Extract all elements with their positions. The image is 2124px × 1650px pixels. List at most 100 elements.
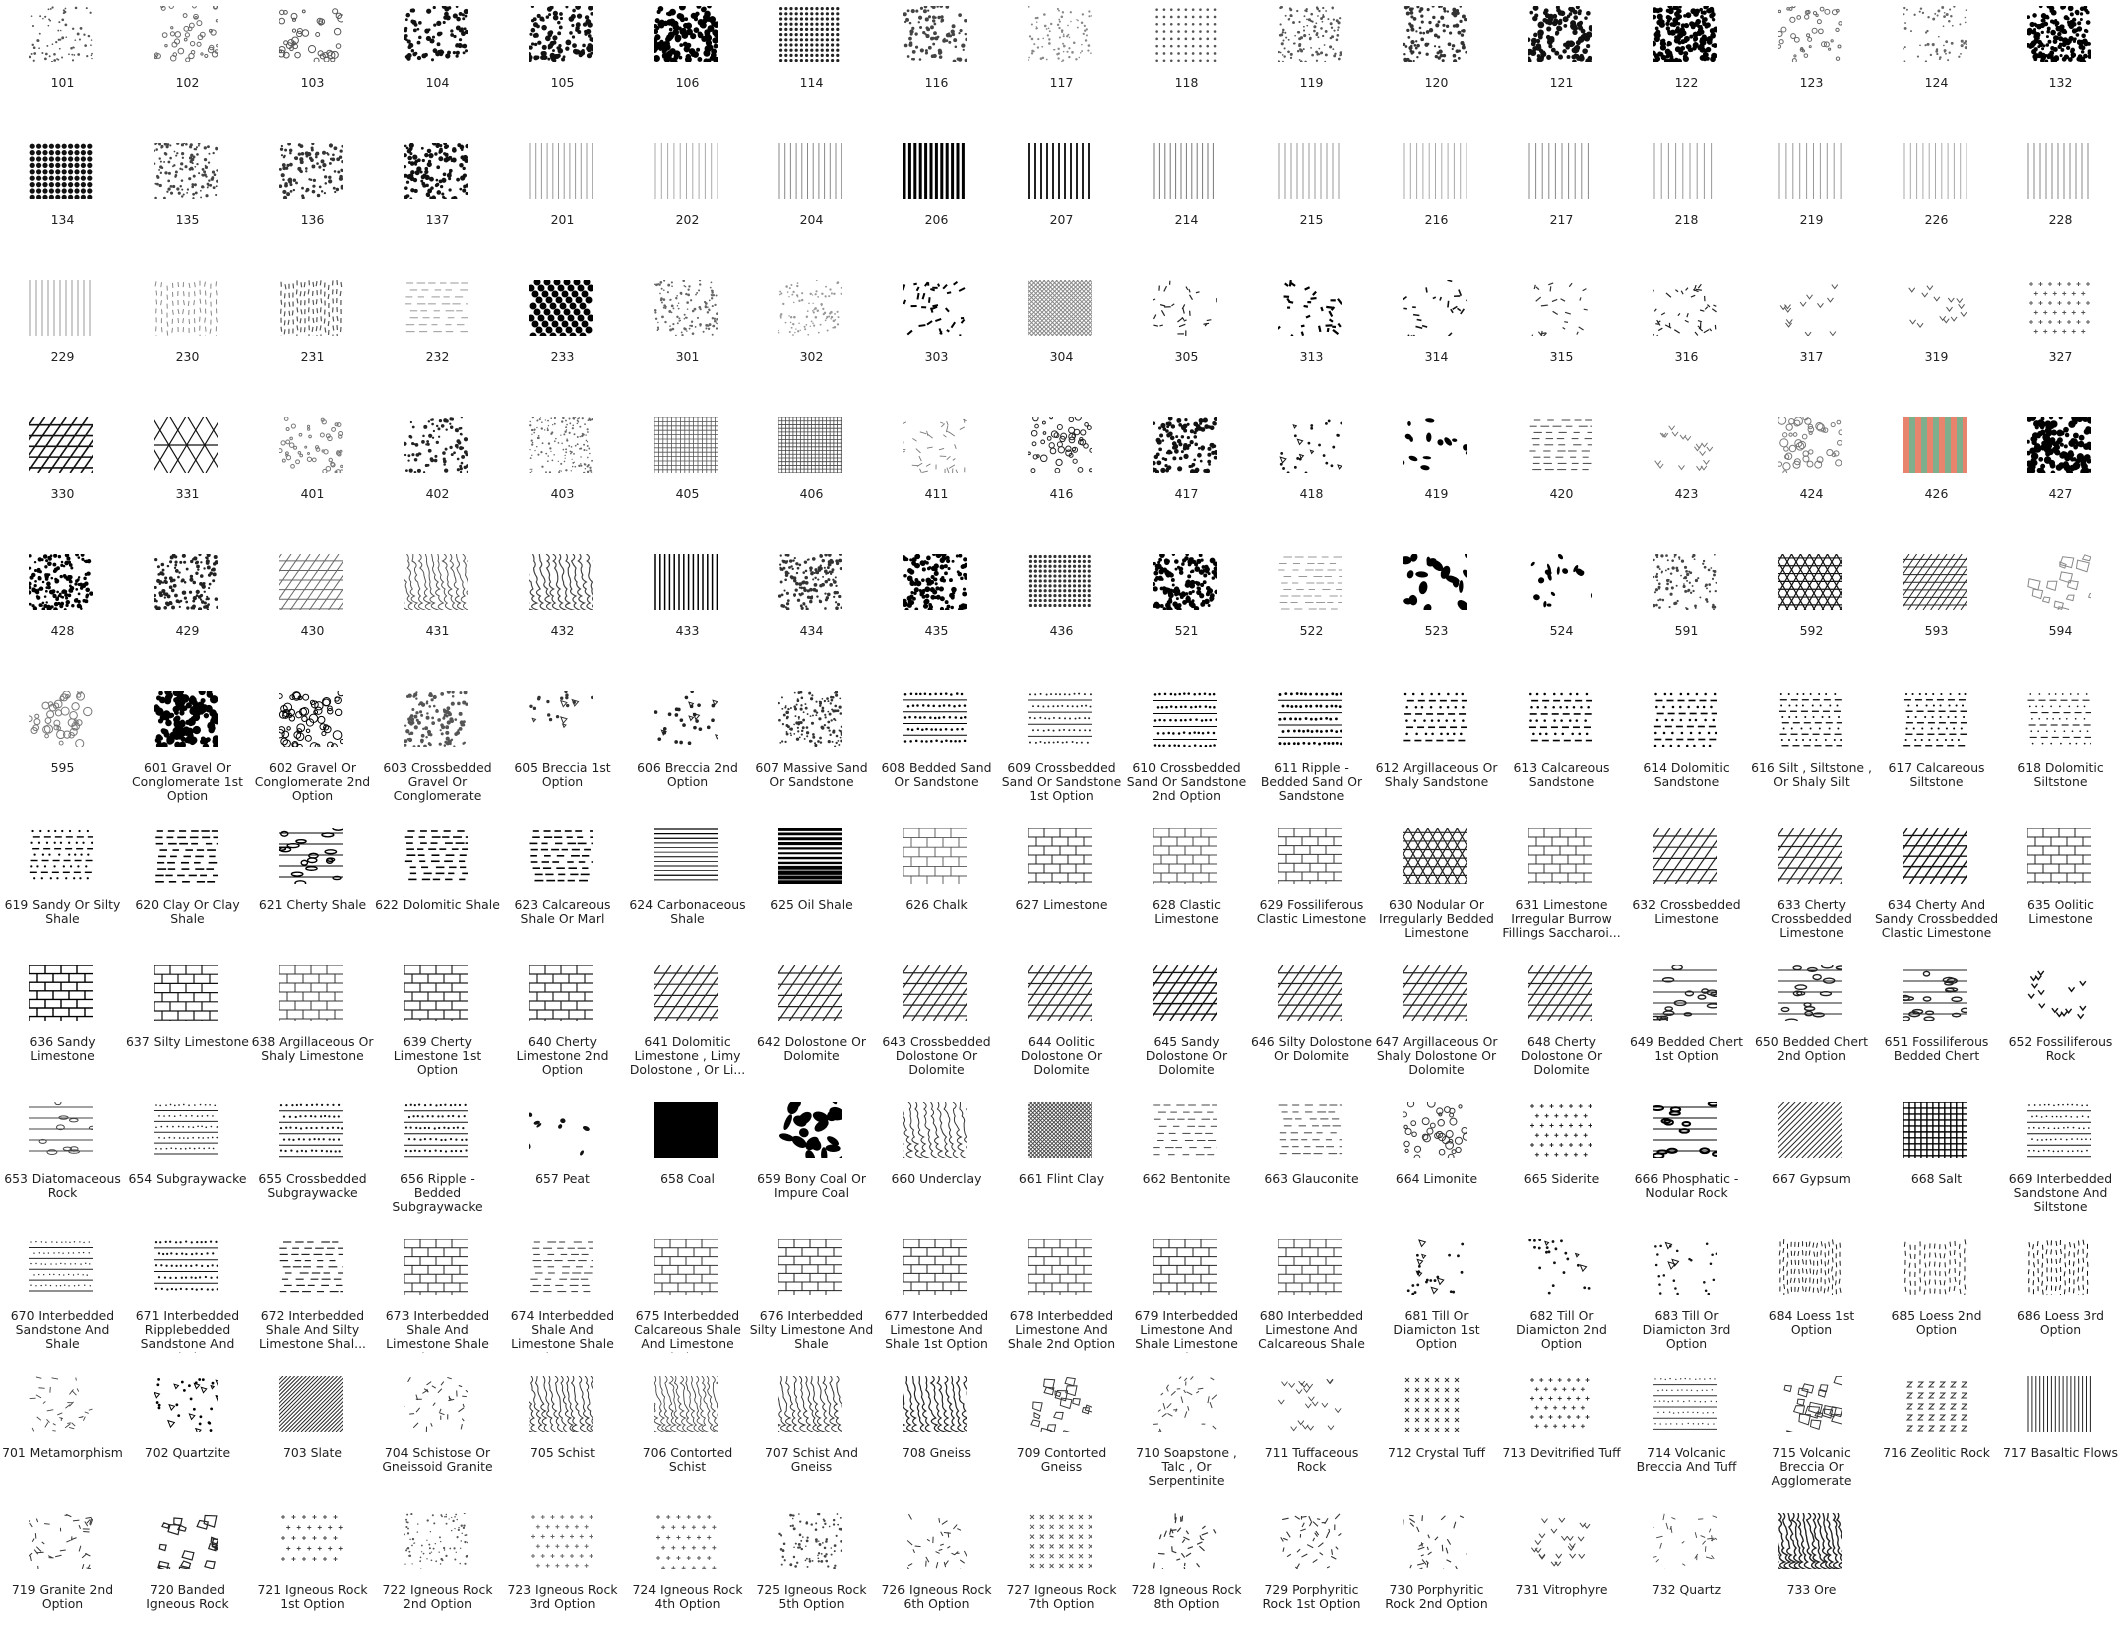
pattern-item[interactable]: 663 Glauconite xyxy=(1249,1102,1374,1239)
pattern-item[interactable]: 640 Cherty Limestone 2nd Option xyxy=(500,965,625,1102)
pattern-item[interactable]: 617 Calcareous Siltstone xyxy=(1874,691,1999,828)
pattern-item[interactable]: 619 Sandy Or Silty Shale xyxy=(0,828,125,965)
pattern-item[interactable]: 673 Interbedded Shale And Limestone Shal… xyxy=(375,1239,500,1376)
pattern-item[interactable]: 703 Slate xyxy=(250,1376,375,1513)
pattern-item[interactable]: 427 xyxy=(1998,417,2123,554)
pattern-item[interactable]: 436 xyxy=(999,554,1124,691)
pattern-item[interactable]: 645 Sandy Dolostone Or Dolomite xyxy=(1124,965,1249,1102)
pattern-item[interactable]: 123 xyxy=(1749,6,1874,143)
pattern-item[interactable]: 611 Ripple - Bedded Sand Or Sandstone xyxy=(1249,691,1374,828)
pattern-item[interactable]: 522 xyxy=(1249,554,1374,691)
pattern-item[interactable]: 612 Argillaceous Or Shaly Sandstone xyxy=(1374,691,1499,828)
pattern-item[interactable]: 230 xyxy=(125,280,250,417)
pattern-item[interactable]: 637 Silty Limestone xyxy=(125,965,250,1102)
pattern-item[interactable]: 722 Igneous Rock 2nd Option xyxy=(375,1513,500,1650)
pattern-item[interactable]: 719 Granite 2nd Option xyxy=(0,1513,125,1650)
pattern-item[interactable]: 105 xyxy=(500,6,625,143)
pattern-item[interactable]: 686 Loess 3rd Option xyxy=(1998,1239,2123,1376)
pattern-item[interactable]: 523 xyxy=(1374,554,1499,691)
pattern-item[interactable]: 660 Underclay xyxy=(874,1102,999,1239)
pattern-item[interactable]: 685 Loess 2nd Option xyxy=(1874,1239,1999,1376)
pattern-item[interactable]: 661 Flint Clay xyxy=(999,1102,1124,1239)
pattern-item[interactable]: 101 xyxy=(0,6,125,143)
pattern-item[interactable]: 121 xyxy=(1499,6,1624,143)
pattern-item[interactable]: 119 xyxy=(1249,6,1374,143)
pattern-item[interactable]: 405 xyxy=(625,417,750,554)
pattern-item[interactable]: 656 Ripple - Bedded Subgraywacke xyxy=(375,1102,500,1239)
pattern-item[interactable]: 720 Banded Igneous Rock xyxy=(125,1513,250,1650)
pattern-item[interactable]: 401 xyxy=(250,417,375,554)
pattern-item[interactable]: 630 Nodular Or Irregularly Bedded Limest… xyxy=(1374,828,1499,965)
pattern-item[interactable]: 219 xyxy=(1749,143,1874,280)
pattern-item[interactable]: 642 Dolostone Or Dolomite xyxy=(749,965,874,1102)
pattern-item[interactable]: 716 Zeolitic Rock xyxy=(1874,1376,1999,1513)
pattern-item[interactable]: 226 xyxy=(1874,143,1999,280)
pattern-item[interactable]: 301 xyxy=(625,280,750,417)
pattern-item[interactable]: 302 xyxy=(749,280,874,417)
pattern-item[interactable]: 672 Interbedded Shale And Silty Limeston… xyxy=(250,1239,375,1376)
pattern-item[interactable]: 675 Interbedded Calcareous Shale And Lim… xyxy=(625,1239,750,1376)
pattern-item[interactable]: 118 xyxy=(1124,6,1249,143)
pattern-item[interactable]: 430 xyxy=(250,554,375,691)
pattern-item[interactable]: 411 xyxy=(874,417,999,554)
pattern-item[interactable]: 595 xyxy=(0,691,125,828)
pattern-item[interactable]: 676 Interbedded Silty Limestone And Shal… xyxy=(749,1239,874,1376)
pattern-item[interactable]: 662 Bentonite xyxy=(1124,1102,1249,1239)
pattern-item[interactable]: 631 Limestone Irregular Burrow Fillings … xyxy=(1499,828,1624,965)
pattern-item[interactable]: 216 xyxy=(1374,143,1499,280)
pattern-item[interactable]: 116 xyxy=(874,6,999,143)
pattern-item[interactable]: 434 xyxy=(749,554,874,691)
pattern-item[interactable]: 649 Bedded Chert 1st Option xyxy=(1624,965,1749,1102)
pattern-item[interactable]: 709 Contorted Gneiss xyxy=(999,1376,1124,1513)
pattern-item[interactable]: 664 Limonite xyxy=(1374,1102,1499,1239)
pattern-item[interactable]: 655 Crossbedded Subgraywacke xyxy=(250,1102,375,1239)
pattern-item[interactable]: 233 xyxy=(500,280,625,417)
pattern-item[interactable]: 117 xyxy=(999,6,1124,143)
pattern-item[interactable]: 652 Fossiliferous Rock xyxy=(1998,965,2123,1102)
pattern-item[interactable]: 132 xyxy=(1998,6,2123,143)
pattern-item[interactable]: 429 xyxy=(125,554,250,691)
pattern-item[interactable]: 327 xyxy=(1998,280,2123,417)
pattern-item[interactable]: 683 Till Or Diamicton 3rd Option xyxy=(1624,1239,1749,1376)
pattern-item[interactable]: 403 xyxy=(500,417,625,554)
pattern-item[interactable]: 707 Schist And Gneiss xyxy=(749,1376,874,1513)
pattern-item[interactable]: 674 Interbedded Shale And Limestone Shal… xyxy=(500,1239,625,1376)
pattern-item[interactable]: 202 xyxy=(625,143,750,280)
pattern-item[interactable]: 134 xyxy=(0,143,125,280)
pattern-item[interactable]: 646 Silty Dolostone Or Dolomite xyxy=(1249,965,1374,1102)
pattern-item[interactable]: 104 xyxy=(375,6,500,143)
pattern-item[interactable]: 622 Dolomitic Shale xyxy=(375,828,500,965)
pattern-item[interactable]: 428 xyxy=(0,554,125,691)
pattern-item[interactable]: 639 Cherty Limestone 1st Option xyxy=(375,965,500,1102)
pattern-item[interactable]: 626 Chalk xyxy=(874,828,999,965)
pattern-item[interactable]: 215 xyxy=(1249,143,1374,280)
pattern-item[interactable]: 634 Cherty And Sandy Crossbedded Clastic… xyxy=(1874,828,1999,965)
pattern-item[interactable]: 658 Coal xyxy=(625,1102,750,1239)
pattern-item[interactable]: 331 xyxy=(125,417,250,554)
pattern-item[interactable]: 721 Igneous Rock 1st Option xyxy=(250,1513,375,1650)
pattern-item[interactable]: 711 Tuffaceous Rock xyxy=(1249,1376,1374,1513)
pattern-item[interactable]: 623 Calcareous Shale Or Marl xyxy=(500,828,625,965)
pattern-item[interactable]: 702 Quartzite xyxy=(125,1376,250,1513)
pattern-item[interactable]: 651 Fossiliferous Bedded Chert xyxy=(1874,965,1999,1102)
pattern-item[interactable]: 614 Dolomitic Sandstone xyxy=(1624,691,1749,828)
pattern-item[interactable]: 120 xyxy=(1374,6,1499,143)
pattern-item[interactable]: 613 Calcareous Sandstone xyxy=(1499,691,1624,828)
pattern-item[interactable]: 106 xyxy=(625,6,750,143)
pattern-item[interactable]: 644 Oolitic Dolostone Or Dolomite xyxy=(999,965,1124,1102)
pattern-item[interactable]: 609 Crossbedded Sand Or Sandstone 1st Op… xyxy=(999,691,1124,828)
pattern-item[interactable]: 423 xyxy=(1624,417,1749,554)
pattern-item[interactable]: 620 Clay Or Clay Shale xyxy=(125,828,250,965)
pattern-item[interactable]: 710 Soapstone , Talc , Or Serpentinite xyxy=(1124,1376,1249,1513)
pattern-item[interactable]: 433 xyxy=(625,554,750,691)
pattern-item[interactable]: 314 xyxy=(1374,280,1499,417)
pattern-item[interactable]: 114 xyxy=(749,6,874,143)
pattern-item[interactable]: 431 xyxy=(375,554,500,691)
pattern-item[interactable]: 625 Oil Shale xyxy=(749,828,874,965)
pattern-item[interactable]: 316 xyxy=(1624,280,1749,417)
pattern-item[interactable]: 135 xyxy=(125,143,250,280)
pattern-item[interactable]: 304 xyxy=(999,280,1124,417)
pattern-item[interactable]: 680 Interbedded Limestone And Calcareous… xyxy=(1249,1239,1374,1376)
pattern-item[interactable]: 218 xyxy=(1624,143,1749,280)
pattern-item[interactable]: 601 Gravel Or Conglomerate 1st Option xyxy=(125,691,250,828)
